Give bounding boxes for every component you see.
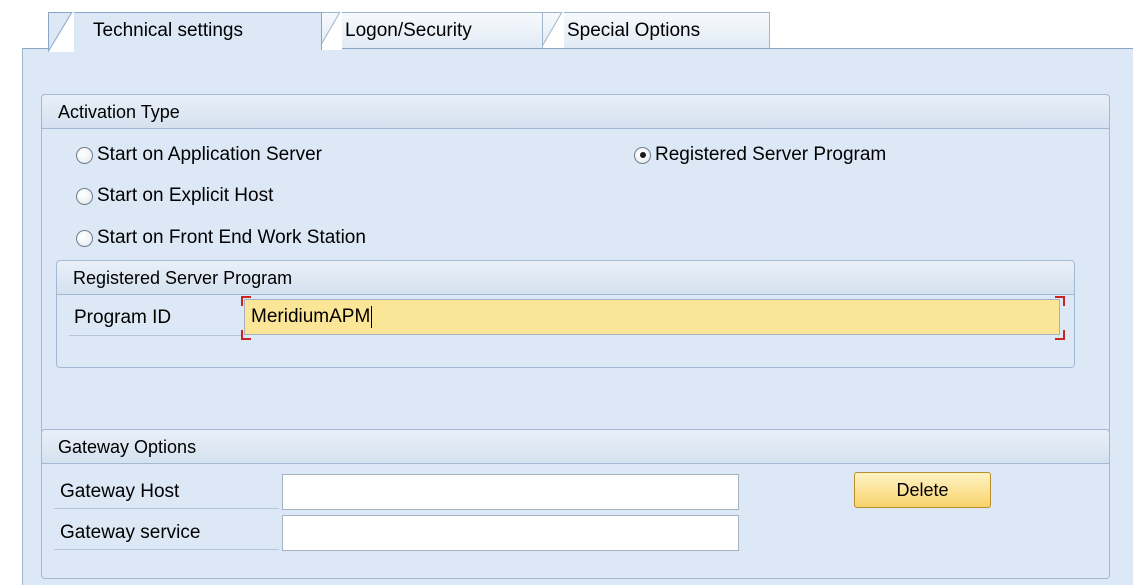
delete-button[interactable]: Delete [854, 472, 991, 508]
gateway-service-label: Gateway service [60, 522, 201, 543]
radio-button-icon[interactable] [76, 146, 93, 164]
radio-start-on-application-server[interactable]: Start on Application Server [76, 144, 322, 166]
radio-label: Registered Server Program [655, 144, 887, 165]
program-id-input[interactable]: MeridiumAPM [244, 299, 1060, 335]
activation-type-header: Activation Type [42, 95, 1109, 129]
radio-label: Start on Front End Work Station [97, 227, 366, 248]
radio-start-on-front-end-work-station[interactable]: Start on Front End Work Station [76, 227, 366, 249]
required-marker-bottom-right [1055, 330, 1065, 340]
registered-server-program-group: Registered Server Program Program ID Mer… [56, 260, 1075, 368]
program-id-value: MeridiumAPM [251, 306, 371, 327]
activation-type-group: Activation Type Start on Application Ser… [41, 94, 1110, 459]
label-underline [54, 508, 279, 509]
registered-server-program-header: Registered Server Program [57, 261, 1074, 295]
radio-label: Start on Explicit Host [97, 185, 274, 206]
tab-technical-settings[interactable]: Technical settings [48, 12, 322, 52]
tab-label: Special Options [567, 20, 701, 41]
text-cursor [371, 305, 373, 328]
radio-button-selected-icon[interactable] [634, 146, 651, 164]
radio-label: Start on Application Server [97, 144, 322, 165]
tab-slant-shape [540, 12, 564, 50]
gateway-host-input[interactable] [282, 474, 739, 510]
required-marker-top-left [241, 296, 251, 306]
gateway-service-input[interactable] [282, 515, 739, 551]
required-marker-top-right [1055, 296, 1065, 306]
required-marker-bottom-left [241, 330, 251, 340]
gateway-host-label: Gateway Host [60, 481, 180, 502]
radio-button-icon[interactable] [76, 229, 93, 247]
rfc-destination-technical-settings: Special Options Logon/Security Technical… [0, 0, 1133, 585]
tab-label: Technical settings [93, 20, 243, 41]
label-underline [54, 549, 279, 550]
tab-special-options[interactable]: Special Options [540, 12, 770, 50]
label-underline [69, 335, 241, 336]
tab-logon-security[interactable]: Logon/Security [318, 12, 543, 50]
tab-slant-shape [48, 12, 74, 52]
radio-button-icon[interactable] [76, 187, 93, 205]
tab-label: Logon/Security [345, 20, 472, 41]
tab-content-panel: Activation Type Start on Application Ser… [22, 48, 1133, 585]
radio-start-on-explicit-host[interactable]: Start on Explicit Host [76, 185, 273, 207]
radio-registered-server-program[interactable]: Registered Server Program [634, 144, 886, 166]
gateway-options-header: Gateway Options [42, 430, 1109, 464]
gateway-options-group: Gateway Options Gateway Host Gateway ser… [41, 429, 1110, 579]
program-id-label: Program ID [74, 307, 172, 328]
